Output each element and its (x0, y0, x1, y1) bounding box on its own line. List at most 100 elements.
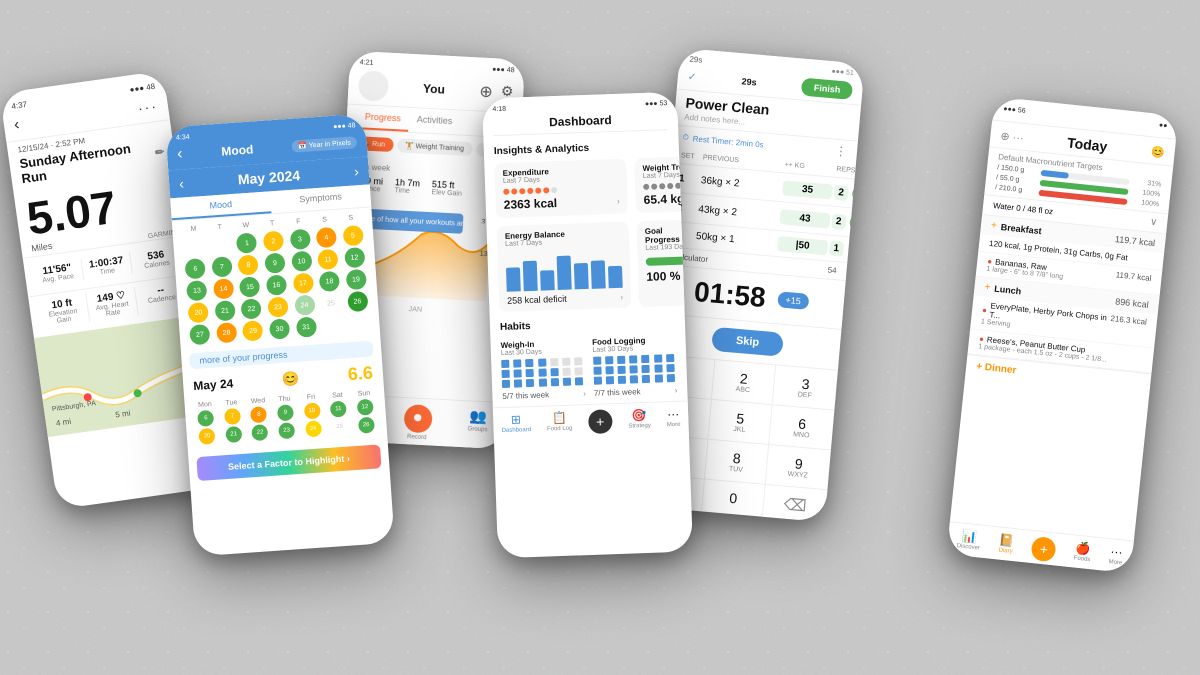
p6-nav-icons-row: ⊕ ··· (1000, 129, 1024, 144)
p6-fat-name: / 210.0 g (995, 184, 1036, 195)
p4-weigh-arrow[interactable]: › (583, 389, 586, 398)
p1-back-btn[interactable]: ‹ (13, 116, 21, 135)
p3-time-lbl: Time (394, 187, 419, 195)
p1-menu-btn[interactable]: ··· (137, 98, 159, 117)
p4-weigh-sub: Last 30 Days (501, 347, 585, 357)
p6-lunch-kcal: 896 kcal (1115, 296, 1149, 309)
p6-protein-name: / 150.0 g (997, 164, 1038, 175)
p4-bottom-nav: ⊞ Dashboard 📋 Food Log + 🎯 Strategy ··· … (493, 401, 689, 441)
p6-breakfast-kcal: 119.7 kcal (1114, 233, 1155, 247)
p2-select-factor-btn[interactable]: Select a Factor to Highlight › (196, 444, 381, 481)
p5-timer-icon: ⏱ (682, 132, 689, 143)
p4-weigh-count: 5/7 this week (502, 390, 549, 401)
dashboard-screen: 4:18 ●●● 53 Dashboard Insights & Analyti… (482, 92, 693, 559)
p4-insights-title: Insights & Analytics (494, 140, 669, 157)
p1-edit-icon[interactable]: ✏ (154, 145, 165, 159)
p4-food-arrow[interactable]: › (675, 386, 678, 395)
p4-nav-more[interactable]: ··· More (666, 407, 681, 431)
p2-next-month-btn[interactable]: › (354, 163, 360, 179)
p4-wt-val: 65.4 kg (643, 192, 684, 207)
p3-nav-groups[interactable]: 👥 Groups (467, 407, 489, 444)
p5-set2-prev: 43kg × 2 (698, 204, 779, 222)
p5-set3-reps[interactable]: 1 (829, 241, 844, 257)
p5-key-0[interactable]: 0 (701, 480, 766, 522)
p2-title: Mood (221, 142, 254, 158)
p1-pace-stat: 11'56" Avg. Pace (32, 259, 84, 288)
p4-energy-card[interactable]: Energy Balance Last 7 Days 258 kcal defi… (496, 222, 631, 313)
p4-food-count: 7/7 this week (594, 387, 641, 398)
p4-exp-val: 2363 kcal (504, 196, 558, 212)
p2-back-btn[interactable]: ‹ (177, 145, 184, 163)
p4-habit-food: Food Logging Last 30 Days 7/7 this week … (592, 335, 678, 398)
p3-time: 4:21 (360, 59, 374, 67)
p3-tab-activities[interactable]: Activities (408, 108, 461, 135)
p4-energy-chart (505, 248, 622, 292)
p5-key-3[interactable]: 3DEF (773, 365, 838, 410)
p4-time: 4:18 (492, 106, 506, 113)
p5-set2-reps[interactable]: 2 (831, 213, 846, 229)
p6-nav-diary[interactable]: 📔 Diary (998, 533, 1015, 558)
p6-nav-more[interactable]: ··· More (1108, 544, 1124, 569)
p5-set1-reps[interactable]: 2 (834, 184, 849, 200)
p5-set1-check[interactable]: ✓ (851, 184, 865, 204)
p6-nav-discover[interactable]: 📊 Discover (956, 528, 982, 554)
p5-set2-check[interactable]: ✓ (849, 213, 865, 233)
p6-breakfast-name: Breakfast (1000, 221, 1042, 235)
p5-skip-btn[interactable]: Skip (711, 327, 784, 357)
p4-goal-val: 100 % (646, 269, 680, 284)
p4-nav-dashboard[interactable]: ⊞ Dashboard (501, 412, 531, 437)
p4-nav-add[interactable]: + (588, 409, 613, 434)
p6-porkchop-kcal: 216.3 kcal (1110, 314, 1147, 327)
p6-water-expand-icon[interactable]: ∨ (1149, 217, 1157, 229)
p4-habit-weigh: Weigh-In Last 30 Days 5/7 this week › (501, 338, 587, 401)
p6-nav-foods[interactable]: 🍎 Foods (1073, 540, 1092, 566)
phone-food-diary: ●●● 56 ●● ⊕ ··· Today 😊 Default Macronut… (946, 97, 1178, 574)
phone-dashboard: 4:18 ●●● 53 Dashboard Insights & Analyti… (482, 92, 693, 559)
p5-col-prev: PREVIOUS (703, 154, 783, 168)
p5-key-8[interactable]: 8TUV (705, 440, 770, 485)
p1-hr-stat: 149 ♡ Avg. Heart Rate (86, 287, 139, 323)
p5-set1-num: 1 (679, 173, 700, 186)
p5-key-9[interactable]: 9WXYZ (766, 445, 831, 490)
p5-set3-kg[interactable]: |50 (777, 236, 828, 255)
p5-finish-btn[interactable]: Finish (801, 78, 853, 100)
p6-banana-kcal: 119.7 kcal (1115, 270, 1152, 283)
p4-habits-title: Habits (500, 316, 675, 333)
p5-row4-val: 54 (827, 266, 837, 276)
p1-elev-stat: 10 ft Elevation Gain (37, 293, 90, 329)
p5-more-btn[interactable]: ⋮ (834, 144, 847, 159)
p5-col-kg: ++ KG (784, 161, 834, 172)
p2-select-text: Select a Factor to Highlight › (228, 453, 350, 471)
svg-text:JAN: JAN (408, 304, 422, 314)
p2-prev-month-btn[interactable]: ‹ (179, 175, 185, 191)
p3-nav-record[interactable]: ⏺ Record (403, 404, 433, 441)
p2-year-btn[interactable]: 📅 Year in Pixels (292, 136, 357, 152)
p4-energy-val: 258 kcal deficit (507, 294, 567, 306)
p1-time: 4:37 (11, 100, 28, 111)
p5-key-2[interactable]: 2ABC (711, 360, 776, 405)
p2-score: 6.6 (347, 363, 373, 386)
p4-title: Dashboard (493, 111, 669, 136)
p6-nav-add[interactable]: + (1031, 536, 1057, 562)
p6-lunch-name: Lunch (994, 283, 1022, 296)
p3-elev-lbl: Elev Gain (431, 189, 462, 198)
p5-key-delete[interactable]: ⌫ (763, 485, 828, 522)
p4-exp-arrow[interactable]: › (617, 196, 620, 205)
p4-food-sub: Last 30 Days (592, 344, 676, 354)
p2-signal: ●●● 48 (333, 122, 356, 131)
p4-nav-foodlog[interactable]: 📋 Food Log (546, 411, 572, 436)
p1-signal: ●●● 48 (129, 82, 156, 94)
p4-expenditure-card[interactable]: Expenditure Last 7 Days 2363 kcal › (494, 159, 628, 219)
p5-set2-kg[interactable]: 43 (779, 209, 830, 228)
p6-fat-pct: 100% (1131, 198, 1160, 208)
p5-set1-kg[interactable]: 35 (782, 180, 833, 199)
p6-bottom-nav: 📊 Discover 📔 Diary + 🍎 Foods ··· More (946, 521, 1133, 573)
p4-nav-strategy[interactable]: 🎯 Strategy (628, 408, 651, 433)
p6-today-title: Today (1066, 134, 1108, 154)
p5-key-6[interactable]: 6MNO (769, 405, 834, 450)
p4-energy-arrow[interactable]: › (620, 292, 623, 301)
food-diary-screen: ●●● 56 ●● ⊕ ··· Today 😊 Default Macronut… (946, 97, 1178, 574)
p5-key-5[interactable]: 5JKL (708, 400, 773, 445)
p3-filter-weights[interactable]: 🏋 Weight Training (397, 138, 473, 156)
p5-plus15-btn[interactable]: +15 (777, 291, 810, 310)
